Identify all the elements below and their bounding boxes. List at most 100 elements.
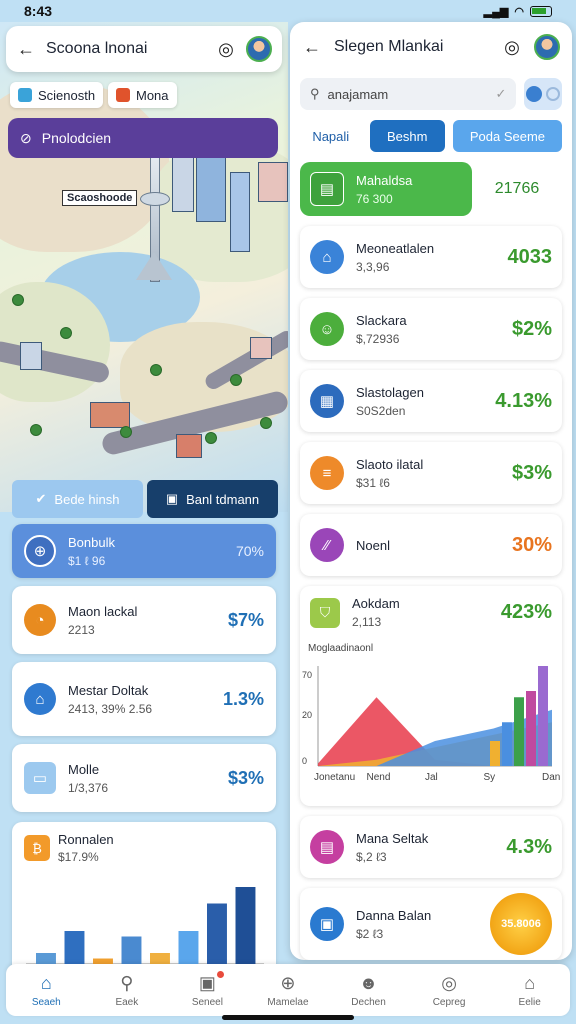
tab-banl-tdmann[interactable]: ▣ Banl tdmann bbox=[147, 480, 278, 518]
list-item-meoneatlalen[interactable]: ⌂ Meoneatlalen 3,3,96 4033 bbox=[300, 226, 562, 288]
list-item-slastolagen[interactable]: ▦ Slastolagen S0S2den 4.13% bbox=[300, 370, 562, 432]
chip-mona[interactable]: Mona bbox=[108, 82, 177, 108]
left-list: ⊕ Bonbulk $1 ℓ 96 70% ◔ Maon lackal 2213… bbox=[12, 524, 278, 820]
item-percent: 4033 bbox=[507, 245, 553, 268]
tree bbox=[205, 432, 217, 444]
chip-label: Mona bbox=[136, 87, 169, 103]
building bbox=[230, 172, 250, 252]
filter-beshm[interactable]: Beshm bbox=[369, 120, 445, 152]
back-arrow-icon[interactable]: ← bbox=[16, 39, 36, 60]
nav-eaek[interactable]: ⚲ Eaek bbox=[92, 973, 162, 1008]
nav-eelie[interactable]: ⌂ Eelie bbox=[495, 973, 565, 1008]
value-badge: 35.8006 bbox=[490, 893, 552, 955]
list-item-molle[interactable]: ▭ Molle 1/3,376 $3% bbox=[12, 744, 276, 812]
search-input[interactable] bbox=[327, 86, 488, 102]
item-percent: 423% bbox=[500, 601, 552, 623]
avatar[interactable] bbox=[534, 34, 560, 60]
slash-icon: ⁄⁄ bbox=[310, 528, 344, 562]
tab-bede-hinsh[interactable]: ✔ Bede hinsh bbox=[12, 480, 143, 518]
nav-mamelae[interactable]: ⊕ Mamelae bbox=[253, 973, 323, 1008]
filter-napali[interactable]: Napali bbox=[300, 120, 362, 152]
item-name: Mana Seltak bbox=[356, 830, 429, 846]
bar bbox=[538, 666, 548, 766]
bar bbox=[178, 931, 199, 964]
item-name: Mahaldsa bbox=[356, 172, 413, 188]
item-name: Slastolagen bbox=[356, 384, 424, 400]
item-name: Molle bbox=[68, 761, 100, 777]
summary-card[interactable]: ▤ Mahaldsa 76 300 bbox=[300, 162, 472, 216]
toggle-off-indicator bbox=[546, 87, 561, 101]
item-sub: $31 ℓ6 bbox=[356, 475, 390, 490]
item-percent: 30% bbox=[511, 533, 552, 556]
list-item-danna-balan[interactable]: ▣ Danna Balan $2 ℓ3 35.8006 bbox=[300, 888, 562, 960]
nav-label: Cepreg bbox=[432, 996, 466, 1008]
timer-icon: ◔ bbox=[24, 604, 56, 636]
item-sub: $,72936 bbox=[356, 331, 400, 346]
nav-seaeh[interactable]: ⌂ Seaeh bbox=[11, 973, 81, 1008]
item-sub: S0S2den bbox=[356, 403, 406, 418]
back-arrow-icon[interactable]: ← bbox=[302, 37, 322, 58]
item-name: Noenl bbox=[356, 537, 390, 553]
filter-poda-seeme[interactable]: Poda Seeme bbox=[452, 120, 562, 152]
info-icon: ⊘ bbox=[20, 129, 32, 146]
tree bbox=[30, 424, 42, 436]
list-item-bonbulk[interactable]: ⊕ Bonbulk $1 ℓ 96 70% bbox=[12, 524, 276, 578]
right-page-title: Slegen Mlankai bbox=[334, 38, 444, 55]
list-item-mana-seltak[interactable]: ▤ Mana Seltak $,2 ℓ3 4.3% bbox=[300, 816, 562, 878]
right-chart-card[interactable]: ⛉ Aokdam 2,113 423% Moglaadinaonl 70 20 0 J… bbox=[300, 586, 562, 806]
left-chart-card[interactable]: ₿ Ronnalen $17.9% DonOb3t bbox=[12, 822, 276, 982]
right-panel: ← Slegen Mlankai ◎ ⚲ ✓ Napali Beshm Poda… bbox=[290, 22, 572, 960]
list-item-maon-lackal[interactable]: ◔ Maon lackal 2213 $7% bbox=[12, 586, 276, 654]
inbox-icon: ▣ bbox=[198, 972, 216, 993]
home-indicator[interactable] bbox=[222, 1015, 354, 1020]
item-name: Slaoto ilatal bbox=[356, 456, 424, 472]
tower-pod bbox=[140, 192, 170, 206]
card-icon: ▣ bbox=[310, 907, 344, 941]
bar bbox=[526, 691, 536, 766]
item-name: Meoneatlalen bbox=[356, 240, 435, 256]
list-item-slackara[interactable]: ☺ Slackara $,72936 $2% bbox=[300, 298, 562, 360]
list-item-noenl[interactable]: ⁄⁄ Noenl 30% bbox=[300, 514, 562, 576]
item-name: Slackara bbox=[356, 312, 407, 328]
bar bbox=[235, 887, 256, 964]
item-name: Maon lackal bbox=[68, 603, 138, 619]
avatar[interactable] bbox=[246, 36, 272, 62]
building-icon: ⌂ bbox=[524, 972, 536, 993]
x-tick-label: Jonetanu bbox=[314, 772, 355, 783]
list-item-slaoto-ilatal[interactable]: ≡ Slaoto ilatal $31 ℓ6 $3% bbox=[300, 442, 562, 504]
bar bbox=[36, 953, 56, 964]
chart-card-sub: $17.9% bbox=[58, 850, 99, 864]
grid-icon: ▦ bbox=[310, 384, 344, 418]
nav-dechen[interactable]: ☻ Dechen bbox=[334, 973, 404, 1008]
chip-scienosth[interactable]: Scienosth bbox=[10, 82, 104, 108]
nav-seneel[interactable]: ▣ Seneel bbox=[172, 970, 242, 1008]
item-percent: 4.3% bbox=[506, 835, 552, 858]
compass-icon[interactable]: ◎ bbox=[502, 37, 522, 58]
item-percent: 70% bbox=[235, 543, 264, 559]
battery-icon bbox=[530, 5, 552, 17]
x-tick-label: Sy bbox=[484, 772, 496, 783]
basket-icon: ⌂ bbox=[24, 683, 56, 715]
y-tick-label: 20 bbox=[302, 710, 312, 720]
compass-icon[interactable]: ◎ bbox=[216, 39, 236, 60]
bar bbox=[207, 903, 227, 964]
item-sub: 2,113 bbox=[352, 615, 382, 629]
list-item-mestar-doltak[interactable]: ⌂ Mestar Doltak 2413, 39% 2.56 1.3% bbox=[12, 662, 276, 736]
compass-icon: ◎ bbox=[441, 972, 457, 993]
toggle-switch[interactable] bbox=[524, 78, 562, 110]
coin-icon: ₿ bbox=[24, 835, 50, 861]
building bbox=[172, 152, 194, 212]
bar bbox=[502, 722, 512, 766]
flag-icon bbox=[116, 88, 130, 102]
tower-base bbox=[136, 252, 172, 280]
item-name: Aokdam bbox=[352, 596, 400, 611]
item-percent: $3% bbox=[227, 767, 264, 788]
nav-cepreg[interactable]: ◎ Cepreg bbox=[414, 973, 484, 1008]
nav-label: Dechen bbox=[351, 996, 386, 1008]
item-sub: 1/3,376 bbox=[68, 780, 109, 795]
map-location-label[interactable]: Scaoshoode bbox=[62, 190, 138, 206]
search-box[interactable]: ⚲ ✓ bbox=[300, 78, 517, 110]
user-icon: ☻ bbox=[359, 972, 378, 993]
purple-banner[interactable]: ⊘ Pnolodcien bbox=[8, 118, 278, 158]
y-tick-label: 70 bbox=[302, 670, 312, 680]
